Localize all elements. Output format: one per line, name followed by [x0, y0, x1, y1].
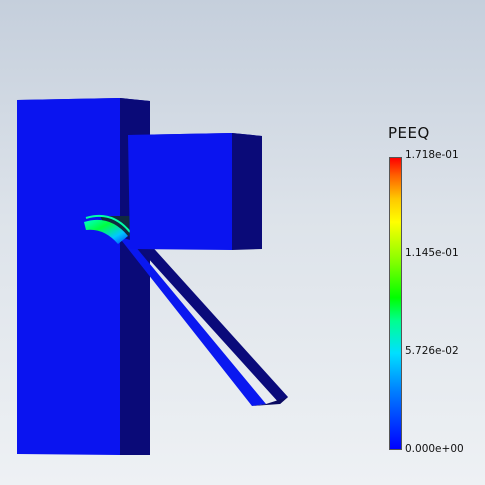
arm-side-face: [128, 236, 288, 404]
fea-model[interactable]: [0, 0, 485, 485]
legend-tick-max: 1.718e-01: [405, 149, 459, 161]
legend-tick-2: 1.145e-01: [405, 247, 459, 259]
block-front-face: [128, 133, 232, 250]
legend-tick-min: 0.000e+00: [405, 443, 464, 455]
legend-colorbar: [389, 157, 402, 450]
block-side-face: [232, 133, 262, 250]
side-block: [128, 133, 262, 250]
legend-title: PEEQ: [388, 124, 430, 142]
legend-tick-1: 5.726e-02: [405, 345, 459, 357]
post-front-face: [17, 98, 120, 455]
fea-result-viewport[interactable]: PEEQ 1.718e-01 1.145e-01 5.726e-02 0.000…: [0, 0, 485, 485]
